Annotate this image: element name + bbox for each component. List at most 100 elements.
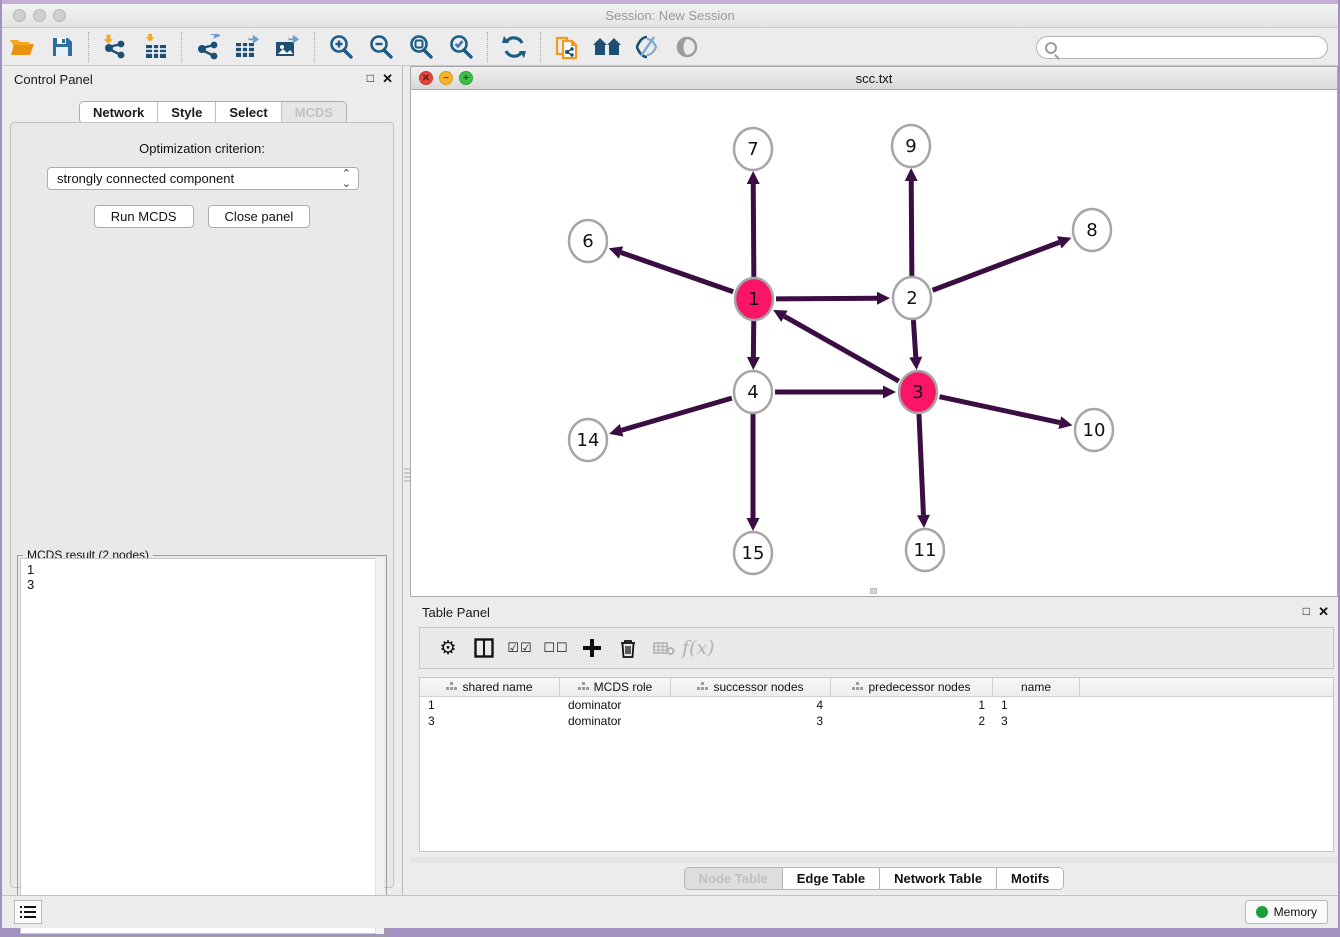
zoom-out-icon[interactable] xyxy=(364,32,398,62)
node-2[interactable]: 2 xyxy=(893,277,931,319)
result-scrollbar[interactable] xyxy=(375,558,384,934)
column-header-successor-nodes[interactable]: successor nodes xyxy=(671,678,831,696)
node-8[interactable]: 8 xyxy=(1073,209,1111,251)
float-table-panel-icon[interactable]: □ xyxy=(1303,604,1310,618)
tab-node-table[interactable]: Node Table xyxy=(684,867,782,890)
tab-motifs[interactable]: Motifs xyxy=(996,867,1064,890)
tab-network[interactable]: Network xyxy=(80,102,158,123)
table-cell[interactable]: 3 xyxy=(993,713,1080,729)
import-network-icon[interactable] xyxy=(98,32,132,62)
edge-arrow-icon xyxy=(747,518,760,531)
tab-select[interactable]: Select xyxy=(216,102,281,123)
deselect-all-icon[interactable]: ☐☐ xyxy=(538,633,574,663)
run-mcds-button[interactable]: Run MCDS xyxy=(94,205,194,228)
column-header-predecessor-nodes[interactable]: predecessor nodes xyxy=(831,678,993,696)
edge-2-8[interactable] xyxy=(933,242,1060,290)
table-header-row: shared nameMCDS rolesuccessor nodes prede… xyxy=(420,678,1333,697)
node-9[interactable]: 9 xyxy=(892,125,930,167)
delete-table-icon xyxy=(646,633,682,663)
save-session-icon[interactable] xyxy=(45,32,79,62)
add-row-icon[interactable] xyxy=(574,633,610,663)
column-label: name xyxy=(1021,680,1051,694)
edge-2-3[interactable] xyxy=(913,320,915,357)
select-all-icon[interactable]: ☑☑ xyxy=(502,633,538,663)
node-10[interactable]: 10 xyxy=(1075,409,1113,451)
toggle-columns-icon[interactable] xyxy=(466,633,502,663)
column-header-MCDS-role[interactable]: MCDS role xyxy=(560,678,671,696)
zoom-selected-icon[interactable] xyxy=(444,32,478,62)
float-panel-icon[interactable]: □ xyxy=(367,71,374,85)
column-header-name[interactable]: name xyxy=(993,678,1080,696)
column-header-shared-name[interactable]: shared name xyxy=(420,678,560,696)
clone-network-icon[interactable] xyxy=(550,32,584,62)
hide-panels-icon[interactable] xyxy=(630,32,664,62)
function-builder-icon: f(x) xyxy=(682,637,715,659)
export-image-icon[interactable] xyxy=(271,32,305,62)
table-cell[interactable]: 3 xyxy=(420,713,560,729)
memory-button[interactable]: Memory xyxy=(1245,900,1328,924)
edge-4-14[interactable] xyxy=(622,398,732,430)
export-network-icon[interactable] xyxy=(191,32,225,62)
network-graph[interactable]: 7 9 6 8 1 2 4 3 14 10 15 11 xyxy=(411,90,1337,596)
tab-edge-table[interactable]: Edge Table xyxy=(782,867,879,890)
svg-text:4: 4 xyxy=(747,382,758,403)
edge-1-2[interactable] xyxy=(776,298,877,299)
tab-style[interactable]: Style xyxy=(158,102,216,123)
refresh-icon[interactable] xyxy=(497,32,531,62)
table-row[interactable]: 3dominator323 xyxy=(420,713,1333,729)
node-7[interactable]: 7 xyxy=(734,128,772,170)
table-cell[interactable]: 1 xyxy=(420,697,560,713)
network-canvas[interactable]: 7 9 6 8 1 2 4 3 14 10 15 11 xyxy=(411,90,1337,596)
network-view-window: ✕ − + scc.txt 7 9 6 8 1 2 4 3 14 10 15 11 xyxy=(410,66,1338,597)
close-table-panel-icon[interactable]: ✕ xyxy=(1318,604,1329,620)
mcds-result-text[interactable]: 1 3 xyxy=(20,558,384,934)
resize-knob-icon[interactable] xyxy=(870,588,877,594)
node-11[interactable]: 11 xyxy=(906,529,944,571)
node-1[interactable]: 1 xyxy=(735,278,773,320)
edge-2-9[interactable] xyxy=(911,181,912,276)
edge-3-10[interactable] xyxy=(940,397,1060,423)
table-cell[interactable]: 3 xyxy=(671,713,831,729)
export-table-icon[interactable] xyxy=(231,32,265,62)
table-cell[interactable]: 1 xyxy=(993,697,1080,713)
node-3[interactable]: 3 xyxy=(899,371,937,413)
tab-mcds[interactable]: MCDS xyxy=(282,102,346,123)
home-icon[interactable] xyxy=(590,32,624,62)
edge-arrow-icon xyxy=(877,292,890,305)
settings-gear-icon[interactable]: ⚙ xyxy=(430,633,466,663)
edge-1-6[interactable] xyxy=(621,253,733,292)
node-15[interactable]: 15 xyxy=(734,532,772,574)
table-cell[interactable]: 1 xyxy=(831,697,993,713)
tab-network-table[interactable]: Network Table xyxy=(879,867,996,890)
table-cell[interactable]: dominator xyxy=(560,713,671,729)
optimization-criterion-dropdown[interactable]: strongly connected component ⌃⌄ xyxy=(47,167,359,190)
delete-rows-icon[interactable] xyxy=(610,633,646,663)
zoom-fit-icon[interactable] xyxy=(404,32,438,62)
close-panel-button[interactable]: Close panel xyxy=(208,205,311,228)
table-cell[interactable]: dominator xyxy=(560,697,671,713)
eye-icon[interactable] xyxy=(670,32,704,62)
edge-3-11[interactable] xyxy=(919,414,923,515)
search-input[interactable] xyxy=(1061,41,1327,55)
zoom-in-icon[interactable] xyxy=(324,32,358,62)
table-cell[interactable]: 4 xyxy=(671,697,831,713)
task-history-button[interactable] xyxy=(14,900,42,924)
edge-3-1[interactable] xyxy=(784,316,898,381)
edge-1-7[interactable] xyxy=(753,184,754,277)
search-box[interactable] xyxy=(1036,36,1328,59)
node-4[interactable]: 4 xyxy=(734,371,772,413)
chevron-updown-icon: ⌃⌄ xyxy=(342,169,351,189)
close-panel-icon[interactable]: ✕ xyxy=(382,71,393,87)
import-table-icon[interactable] xyxy=(138,32,172,62)
edge-arrow-icon xyxy=(609,246,623,258)
open-session-icon[interactable] xyxy=(5,32,39,62)
node-6[interactable]: 6 xyxy=(569,220,607,262)
column-type-icon xyxy=(578,682,589,692)
node-table[interactable]: shared nameMCDS rolesuccessor nodes prede… xyxy=(419,677,1334,852)
node-14[interactable]: 14 xyxy=(569,419,607,461)
network-window-titlebar[interactable]: ✕ − + scc.txt xyxy=(411,67,1337,90)
column-label: predecessor nodes xyxy=(868,680,970,694)
table-row[interactable]: 1dominator411 xyxy=(420,697,1333,713)
panel-divider[interactable] xyxy=(402,66,410,895)
table-cell[interactable]: 2 xyxy=(831,713,993,729)
